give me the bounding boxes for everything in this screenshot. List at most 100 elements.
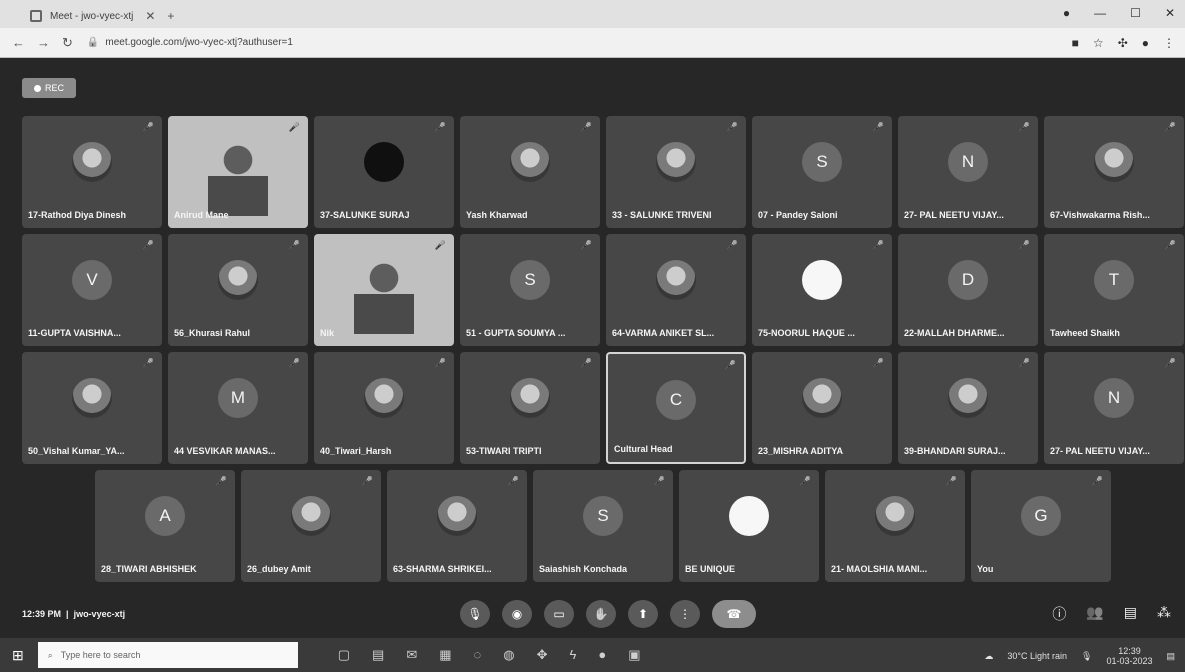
store-icon[interactable]: ▦ xyxy=(439,647,451,663)
participant-tile[interactable]: 🎤 39-BHANDARI SURAJ... xyxy=(898,352,1038,464)
extensions-icon[interactable]: ✣ xyxy=(1118,36,1128,50)
participant-tile[interactable]: 🎤 Yash Kharwad xyxy=(460,116,600,228)
mail-icon[interactable]: ✉ xyxy=(406,647,417,663)
participant-tile[interactable]: 🎤 V 11-GUPTA VAISHNA... xyxy=(22,234,162,346)
chrome-icon[interactable]: ◍ xyxy=(503,647,514,663)
tab-close-icon[interactable]: ✕ xyxy=(145,9,155,23)
taskbar-apps: ▢ ▤ ✉ ▦ ◌ ◍ ✥ ϟ ● ▣ xyxy=(338,647,641,663)
raise-hand-icon[interactable]: ✋ xyxy=(586,600,616,628)
taskbar-search[interactable]: ⌕ Type here to search xyxy=(37,642,298,668)
participant-tile[interactable]: 🎤 75-NOORUL HAQUE ... xyxy=(752,234,892,346)
profile-dot-icon[interactable]: ● xyxy=(1063,6,1070,20)
video-feed xyxy=(208,136,268,216)
participant-tile[interactable]: 🎤 Anirud Mane xyxy=(168,116,308,228)
profile-avatar-icon[interactable]: ● xyxy=(1142,36,1149,50)
participant-tile[interactable]: 🎤 C Cultural Head xyxy=(606,352,746,464)
participant-tile[interactable]: 🎤 37-SALUNKE SURAJ xyxy=(314,116,454,228)
participant-tile[interactable]: 🎤 23_MISHRA ADITYA xyxy=(752,352,892,464)
captions-icon[interactable]: ▭ xyxy=(544,600,574,628)
participant-name: 37-SALUNKE SURAJ xyxy=(320,210,410,220)
participant-name: 23_MISHRA ADITYA xyxy=(758,446,844,456)
url-field[interactable]: 🔒 meet.google.com/jwo-vyec-xtj?authuser=… xyxy=(87,37,293,48)
participant-tile[interactable]: 🎤 N 27- PAL NEETU VIJAY... xyxy=(898,116,1038,228)
participant-tile[interactable]: 🎤 64-VARMA ANIKET SL... xyxy=(606,234,746,346)
clock[interactable]: 12:39 01-03-2023 xyxy=(1106,646,1152,666)
participant-tile[interactable]: 🎤 BE UNIQUE xyxy=(679,470,819,582)
bookmark-star-icon[interactable]: ☆ xyxy=(1093,36,1104,50)
app-icon-4[interactable]: ▣ xyxy=(628,647,640,663)
app-icon-3[interactable]: ● xyxy=(598,647,606,663)
app-icon[interactable]: ✥ xyxy=(537,647,548,663)
participant-name: 21- MAOLSHIA MANI... xyxy=(831,564,928,574)
back-icon[interactable]: ← xyxy=(12,35,25,50)
participant-tile[interactable]: 🎤 21- MAOLSHIA MANI... xyxy=(825,470,965,582)
muted-mic-icon: 🎤 xyxy=(726,240,738,250)
more-options-icon[interactable]: ⋮ xyxy=(670,600,700,628)
close-window-icon[interactable]: ✕ xyxy=(1165,6,1175,20)
notifications-icon[interactable]: ▤ xyxy=(1166,651,1175,662)
meeting-details-icon[interactable]: ⓘ xyxy=(1052,604,1066,624)
app-icon-2[interactable]: ϟ xyxy=(570,647,577,663)
participant-tile[interactable]: 🎤 26_dubey Amit xyxy=(241,470,381,582)
participant-tile[interactable]: 🎤 56_Khurasi Rahul xyxy=(168,234,308,346)
participant-tile[interactable]: 🎤 T Tawheed Shaikh xyxy=(1044,234,1184,346)
participant-tile[interactable]: 🎤 N 27- PAL NEETU VIJAY... xyxy=(1044,352,1184,464)
participant-tile[interactable]: 🎤 M 44 VESVIKAR MANAS... xyxy=(168,352,308,464)
forward-icon[interactable]: → xyxy=(37,35,50,50)
browser-tab[interactable]: Meet - jwo-vyec-xtj ✕ + xyxy=(30,4,230,28)
participant-name: 26_dubey Amit xyxy=(247,564,311,574)
minimize-icon[interactable]: — xyxy=(1094,6,1106,20)
participant-tile[interactable]: 🎤 50_Vishal Kumar_YA... xyxy=(22,352,162,464)
present-screen-icon[interactable]: ⬆ xyxy=(628,600,658,628)
meeting-info: 12:39 PM | jwo-vyec-xtj xyxy=(22,609,126,619)
participant-tile[interactable]: 🎤 S 51 - GUPTA SOUMYA ... xyxy=(460,234,600,346)
participant-tile[interactable]: 🎤 63-SHARMA SHRIKEI... xyxy=(387,470,527,582)
mic-tray-icon[interactable]: 🎙 xyxy=(1081,651,1092,662)
tab-title: Meet - jwo-vyec-xtj xyxy=(50,10,134,22)
participant-tile[interactable]: 🎤 33 - SALUNKE TRIVENI xyxy=(606,116,746,228)
menu-dots-icon[interactable]: ⋮ xyxy=(1163,36,1175,50)
participant-tile[interactable]: 🎤 67-Vishwakarma Rish... xyxy=(1044,116,1184,228)
participant-tile[interactable]: 🎤 A 28_TIWARI ABHISHEK xyxy=(95,470,235,582)
participant-tile[interactable]: 🎤 D 22-MALLAH DHARME... xyxy=(898,234,1038,346)
participant-name: Nik xyxy=(320,328,335,338)
meeting-time: 12:39 PM xyxy=(22,609,62,619)
meet-favicon-icon xyxy=(30,10,42,22)
participant-avatar xyxy=(218,260,258,300)
explorer-icon[interactable]: ▤ xyxy=(372,647,384,663)
camera-toggle-icon[interactable]: ◉ xyxy=(502,600,532,628)
participant-avatar: T xyxy=(1094,260,1134,300)
leave-call-icon[interactable]: ☎ xyxy=(712,600,756,628)
new-tab-icon[interactable]: + xyxy=(167,9,174,23)
participant-avatar: M xyxy=(218,378,258,418)
participant-tile[interactable]: 🎤 17-Rathod Diya Dinesh xyxy=(22,116,162,228)
mic-toggle-icon[interactable]: 🎙 xyxy=(460,600,490,628)
participant-tile[interactable]: 🎤 S Saiashish Konchada xyxy=(533,470,673,582)
maximize-icon[interactable]: ☐ xyxy=(1130,6,1141,20)
chat-icon[interactable]: ▤ xyxy=(1124,604,1137,624)
participant-tile[interactable]: 🎤 53-TIWARI TRIPTI xyxy=(460,352,600,464)
rec-label: REC xyxy=(44,83,64,93)
meet-side-controls: ⓘ 👥 ▤ ⁂ xyxy=(1052,604,1171,624)
people-icon[interactable]: 👥 xyxy=(1086,604,1103,624)
participant-avatar xyxy=(656,260,696,300)
participant-tile[interactable]: 🎤 S 07 - Pandey Saloni xyxy=(752,116,892,228)
muted-mic-icon: 🎤 xyxy=(434,240,446,250)
participant-name: You xyxy=(977,564,994,574)
record-dot-icon xyxy=(33,84,41,92)
search-placeholder: Type here to search xyxy=(60,650,141,660)
participant-tile[interactable]: 🎤 40_Tiwari_Harsh xyxy=(314,352,454,464)
muted-mic-icon: 🎤 xyxy=(142,122,154,132)
muted-mic-icon: 🎤 xyxy=(580,358,592,368)
muted-mic-icon: 🎤 xyxy=(1018,240,1030,250)
windows-start-icon[interactable]: ⊞ xyxy=(12,647,24,664)
task-view-icon[interactable]: ▢ xyxy=(338,647,350,663)
participant-tile[interactable]: 🎤 G You xyxy=(971,470,1111,582)
activities-icon[interactable]: ⁂ xyxy=(1157,604,1171,624)
reload-icon[interactable]: ↻ xyxy=(62,35,73,51)
edge-icon[interactable]: ◌ xyxy=(474,647,482,663)
weather-icon: ☁ xyxy=(984,650,994,661)
camera-status-icon[interactable]: ■ xyxy=(1072,36,1079,50)
participant-name: 51 - GUPTA SOUMYA ... xyxy=(466,328,566,338)
participant-tile[interactable]: 🎤 Nik xyxy=(314,234,454,346)
